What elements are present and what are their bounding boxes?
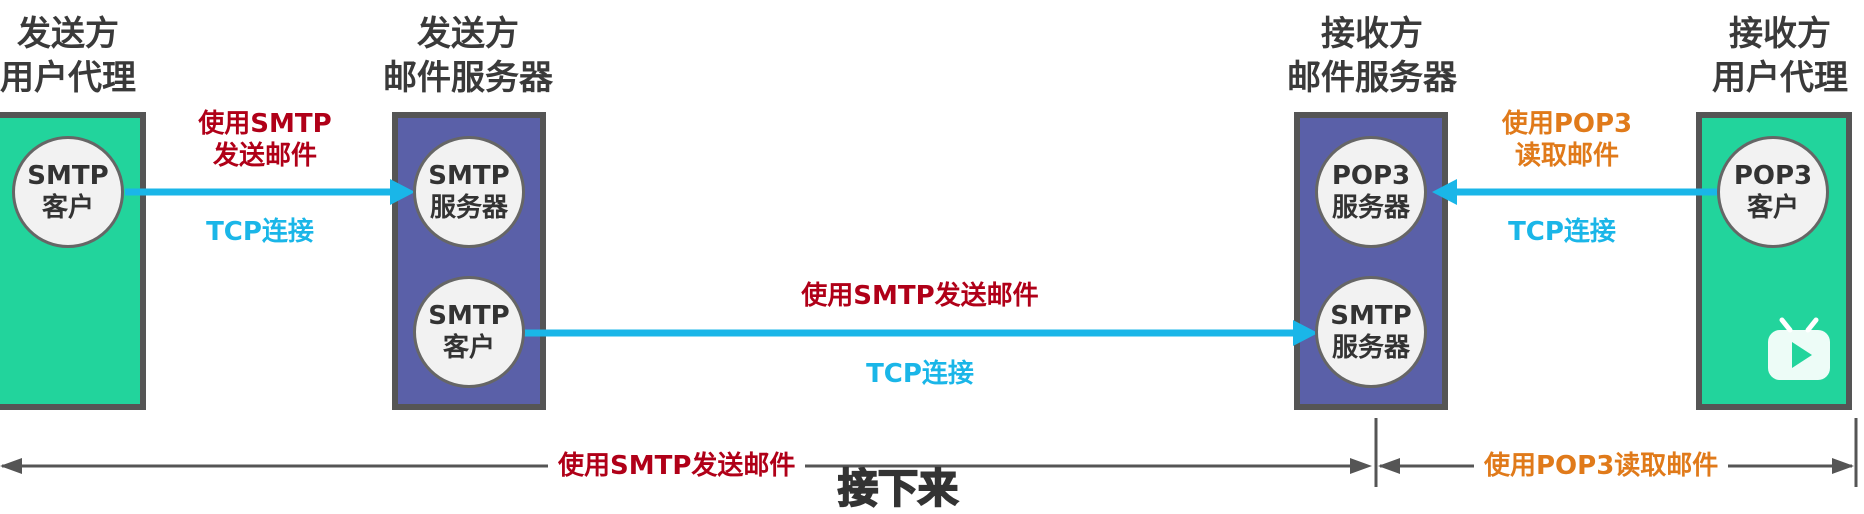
smtp-span-right-head	[1350, 458, 1372, 474]
pop3-span-right-head	[1832, 458, 1854, 474]
receiver-pop3-client-line2: 客户	[1746, 193, 1799, 223]
play-icon[interactable]	[1764, 316, 1834, 384]
receiver-server-smtp-server-line1: SMTP	[1330, 301, 1412, 331]
receiver-pop3-client-node: POP3 客户	[1717, 136, 1829, 248]
bottom-pop3-span-label: 使用POP3读取邮件	[1474, 450, 1729, 482]
sender-smtp-client-node: SMTP 客户	[12, 136, 124, 248]
receiver-server-pop3-server-line1: POP3	[1331, 161, 1411, 191]
sender-server-smtp-server-node: SMTP 服务器	[413, 136, 525, 248]
pop3-read-label-line2: 读取邮件	[1514, 141, 1619, 171]
receiver-pop3-client-line1: POP3	[1733, 161, 1813, 191]
sender-server-smtp-server-line1: SMTP	[428, 161, 510, 191]
agent-to-server-tcp-label: TCP连接	[206, 217, 314, 247]
sender-smtp-client-line2: 客户	[41, 193, 94, 223]
sender-smtp-client-line1: SMTP	[27, 161, 109, 191]
server-to-server-label: 使用SMTP发送邮件	[801, 281, 1039, 311]
pop3-read-label: 使用POP3 读取邮件	[1482, 108, 1652, 172]
play-icon-svg	[1768, 317, 1830, 380]
agent-to-server-label-line1: 使用SMTP	[198, 109, 332, 139]
receiver-server-smtp-server-line2: 服务器	[1331, 333, 1410, 363]
pop3-read-label-line1: 使用POP3	[1501, 109, 1633, 139]
sender-server-smtp-server-line2: 服务器	[429, 193, 508, 223]
pop3-arrow-head	[1432, 179, 1457, 205]
video-subtitle: 接下来	[837, 465, 959, 513]
sender-server-smtp-client-node: SMTP 客户	[413, 276, 525, 388]
receiver-server-pop3-server-line2: 服务器	[1331, 193, 1410, 223]
smtp-span-left-head	[0, 458, 22, 474]
server-to-server-tcp-label: TCP连接	[866, 359, 974, 389]
agent-to-server-label-line2: 发送邮件	[212, 141, 317, 171]
sender-server-smtp-client-line2: 客户	[442, 333, 495, 363]
pop3-span-left-head	[1378, 458, 1400, 474]
sender-server-smtp-client-line1: SMTP	[428, 301, 510, 331]
bottom-smtp-span-label: 使用SMTP发送邮件	[548, 450, 806, 482]
pop3-read-tcp-label: TCP连接	[1508, 217, 1616, 247]
receiver-server-pop3-server-node: POP3 服务器	[1315, 136, 1427, 248]
receiver-server-smtp-server-node: SMTP 服务器	[1315, 276, 1427, 388]
agent-to-server-label: 使用SMTP 发送邮件	[180, 108, 350, 172]
agent-to-server-arrow-head	[390, 179, 415, 205]
